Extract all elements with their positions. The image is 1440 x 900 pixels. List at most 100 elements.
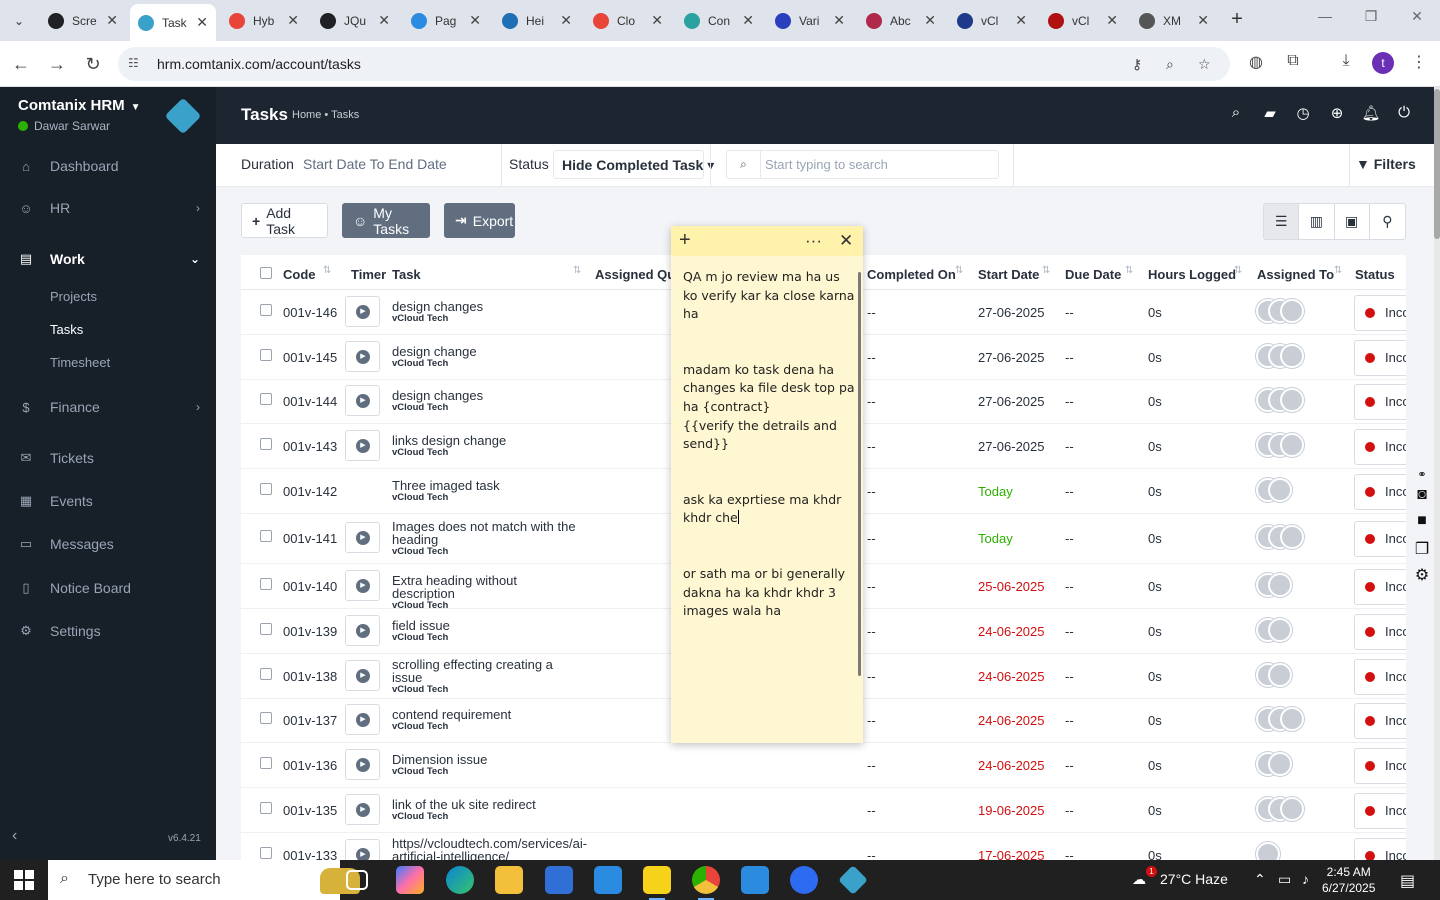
task-code[interactable]: 001v-145 [283, 350, 337, 365]
row-checkbox[interactable] [260, 847, 272, 859]
breadcrumb[interactable]: Home • Tasks [292, 109, 359, 121]
sidebar-subitem-tasks[interactable]: Tasks [50, 322, 83, 337]
avatar[interactable] [1280, 299, 1304, 323]
task-name-link[interactable]: links design change [392, 434, 582, 447]
avatar[interactable] [1280, 344, 1304, 368]
tray-chevron-icon[interactable]: ⌃ [1254, 871, 1266, 888]
new-tab-button[interactable]: + [1225, 8, 1249, 31]
start-timer-button[interactable]: ▶ [345, 430, 380, 461]
power-logout-icon[interactable]: ⏻ [1394, 104, 1414, 121]
row-checkbox[interactable] [260, 578, 272, 590]
search-icon[interactable]: ⌕ [1226, 104, 1246, 121]
taskbar-search[interactable]: ⌕ [48, 860, 360, 900]
column-start-date[interactable]: Start Date [978, 267, 1039, 282]
column-due-date[interactable]: Due Date [1065, 267, 1121, 282]
task-code[interactable]: 001v-144 [283, 394, 337, 409]
row-checkbox[interactable] [260, 483, 272, 495]
row-checkbox[interactable] [260, 530, 272, 542]
task-code[interactable]: 001v-141 [283, 531, 337, 546]
browser-tab[interactable]: Abc ✕ [858, 5, 944, 36]
task-code[interactable]: 001v-137 [283, 713, 337, 728]
clock-icon[interactable]: ◷ [1293, 104, 1313, 122]
file-explorer-icon[interactable] [495, 866, 523, 894]
tab-close-icon[interactable]: ✕ [651, 12, 663, 29]
tab-close-icon[interactable]: ✕ [469, 12, 481, 29]
status-select[interactable]: Incomplete [1354, 614, 1406, 650]
task-cell[interactable]: design changes vCloud Tech [392, 300, 582, 324]
zoom-icon[interactable]: ⌕ [1166, 56, 1174, 73]
status-select[interactable]: Hide Completed Task ▾ [553, 150, 714, 179]
task-cell[interactable]: design changes vCloud Tech [392, 389, 582, 413]
browser-tab[interactable]: Pag ✕ [403, 5, 489, 36]
tab-close-icon[interactable]: ✕ [833, 12, 845, 29]
row-checkbox[interactable] [260, 712, 272, 724]
search-input[interactable] [765, 155, 993, 174]
table-row[interactable]: 001v-133 ▶ https//vcloudtech.com/services/… [241, 833, 1406, 860]
collapse-sidebar-icon[interactable]: ‹ [12, 827, 17, 845]
site-info-icon[interactable]: ☷ [128, 56, 144, 72]
status-select[interactable]: Incomplete [1354, 340, 1406, 376]
sidebar-item-work[interactable]: ▤ Work ⌄ [0, 239, 216, 279]
column-code[interactable]: Code [283, 267, 316, 282]
sort-icon[interactable]: ⇅ [323, 265, 331, 276]
browser-tab[interactable]: vCl ✕ [1040, 5, 1126, 36]
page-scrollbar[interactable] [1434, 87, 1440, 860]
status-select[interactable]: Incomplete [1354, 474, 1406, 510]
row-checkbox[interactable] [260, 304, 272, 316]
table-row[interactable]: 001v-135 ▶ link of the uk site redirect vCl… [241, 788, 1406, 833]
task-name-link[interactable]: field issue [392, 619, 582, 632]
row-checkbox[interactable] [260, 393, 272, 405]
task-name-link[interactable]: Images does not match with the heading [392, 520, 582, 546]
browser-tab[interactable]: Scre ✕ [40, 5, 126, 36]
volume-icon[interactable]: ♪ [1302, 871, 1309, 887]
sticky-note-text[interactable]: QA m jo review ma ha us ko verify kar ka… [683, 268, 855, 658]
browser-tab[interactable]: JQu ✕ [312, 5, 398, 36]
pin-icon[interactable]: ⚲ [1370, 204, 1405, 239]
status-select[interactable]: Incomplete [1354, 569, 1406, 605]
add-note-icon[interactable]: + [679, 229, 691, 252]
task-name-link[interactable]: link of the uk site redirect [392, 798, 582, 811]
column-status[interactable]: Status [1355, 267, 1395, 282]
task-code[interactable]: 001v-140 [283, 579, 337, 594]
task-name-link[interactable]: design changes [392, 300, 582, 313]
copy-icon[interactable]: ❐ [1410, 539, 1434, 559]
downloads-icon[interactable]: ⤓ [1335, 52, 1357, 70]
task-cell[interactable]: field issue vCloud Tech [392, 619, 582, 643]
avatar[interactable] [1268, 478, 1292, 502]
edge-browser-icon[interactable] [446, 866, 474, 894]
browser-tab[interactable]: Hyb ✕ [221, 5, 307, 36]
tab-close-icon[interactable]: ✕ [1015, 12, 1027, 29]
sidebar-item-tickets[interactable]: ✉ Tickets [0, 438, 216, 478]
status-select[interactable]: Incomplete [1354, 521, 1406, 557]
start-timer-button[interactable]: ▶ [345, 660, 380, 691]
task-code[interactable]: 001v-143 [283, 439, 337, 454]
start-timer-button[interactable]: ▶ [345, 296, 380, 327]
note-paragraph[interactable]: ask ka exprtiese ma khdr khdr che [683, 491, 855, 528]
app-logo-icon[interactable] [164, 97, 202, 135]
avatar[interactable] [1280, 388, 1304, 412]
start-timer-button[interactable]: ▶ [345, 749, 380, 780]
avatar[interactable] [1256, 842, 1280, 860]
url-text[interactable]: hrm.comtanix.com/account/tasks [157, 56, 361, 72]
start-timer-button[interactable]: ▶ [345, 341, 380, 372]
start-timer-button[interactable]: ▶ [345, 794, 380, 825]
tab-close-icon[interactable]: ✕ [742, 12, 754, 29]
back-button[interactable]: ← [8, 51, 34, 77]
start-timer-button[interactable]: ▶ [345, 522, 380, 553]
filters-button[interactable]: ▼ Filters [1356, 156, 1416, 172]
tab-close-icon[interactable]: ✕ [287, 12, 299, 29]
start-timer-button[interactable]: ▶ [345, 839, 380, 860]
browser-tab[interactable]: Task ✕ [130, 4, 216, 41]
sort-icon[interactable]: ⇅ [955, 265, 963, 276]
tab-close-icon[interactable]: ✕ [378, 12, 390, 29]
link-icon[interactable]: ⚭ [1410, 468, 1434, 481]
row-checkbox[interactable] [260, 668, 272, 680]
start-timer-button[interactable]: ▶ [345, 570, 380, 601]
avatar[interactable] [1268, 573, 1292, 597]
task-cell[interactable]: scrolling effecting creating a issue vClo… [392, 658, 582, 695]
sidebar-item-messages[interactable]: ▭ Messages [0, 524, 216, 564]
profile-avatar[interactable]: t [1372, 52, 1394, 74]
avatar[interactable] [1268, 663, 1292, 687]
sort-icon[interactable]: ⇅ [1042, 265, 1050, 276]
status-select[interactable]: Incomplete [1354, 659, 1406, 695]
